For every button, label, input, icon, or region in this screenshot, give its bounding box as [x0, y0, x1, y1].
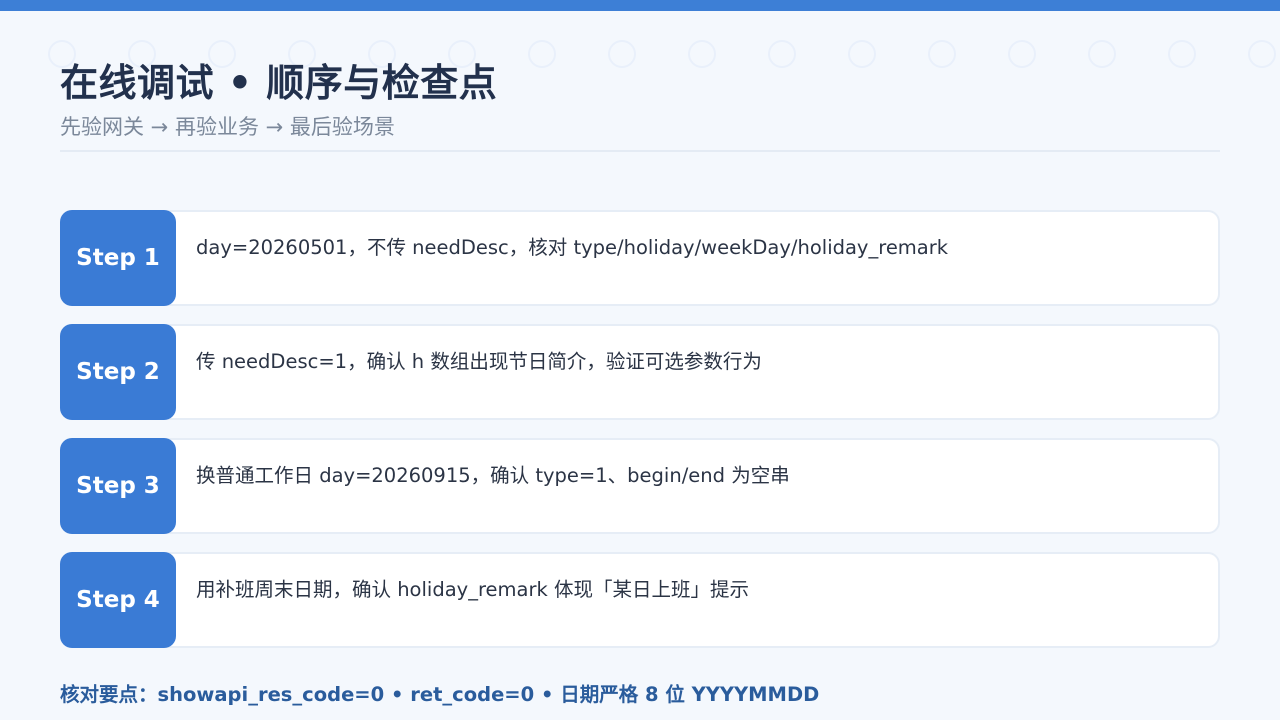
step-card-1: Step 1 day=20260501，不传 needDesc，核对 type/…	[60, 210, 1220, 306]
decorative-circle	[768, 40, 796, 68]
step-badge-4: Step 4	[60, 552, 176, 648]
header-divider	[60, 150, 1220, 152]
step-text-1: day=20260501，不传 needDesc，核对 type/holiday…	[196, 236, 949, 259]
step-card-4: Step 4 用补班周末日期，确认 holiday_remark 体现「某日上班…	[60, 552, 1220, 648]
step-badge-1: Step 1	[60, 210, 176, 306]
step-text-4: 用补班周末日期，确认 holiday_remark 体现「某日上班」提示	[196, 578, 749, 601]
decorative-circle	[608, 40, 636, 68]
step-text-2: 传 needDesc=1，确认 h 数组出现节日简介，验证可选参数行为	[196, 350, 762, 373]
decorative-circle	[1248, 40, 1276, 68]
step-badge-2: Step 2	[60, 324, 176, 420]
decorative-circle	[1008, 40, 1036, 68]
decorative-circle	[688, 40, 716, 68]
step-badge-3: Step 3	[60, 438, 176, 534]
step-text-3: 换普通工作日 day=20260915，确认 type=1、begin/end …	[196, 464, 790, 487]
footer-checkpoint-note: 核对要点：showapi_res_code=0 • ret_code=0 • 日…	[60, 683, 820, 706]
page-title: 在线调试 • 顺序与检查点	[60, 61, 498, 105]
decorative-circle	[928, 40, 956, 68]
top-accent-bar	[0, 0, 1280, 11]
decorative-circle	[528, 40, 556, 68]
decorative-circle	[848, 40, 876, 68]
decorative-circle	[1168, 40, 1196, 68]
decorative-circle	[1088, 40, 1116, 68]
step-card-3: Step 3 换普通工作日 day=20260915，确认 type=1、beg…	[60, 438, 1220, 534]
step-card-2: Step 2 传 needDesc=1，确认 h 数组出现节日简介，验证可选参数…	[60, 324, 1220, 420]
page-subtitle: 先验网关 → 再验业务 → 最后验场景	[60, 115, 395, 139]
